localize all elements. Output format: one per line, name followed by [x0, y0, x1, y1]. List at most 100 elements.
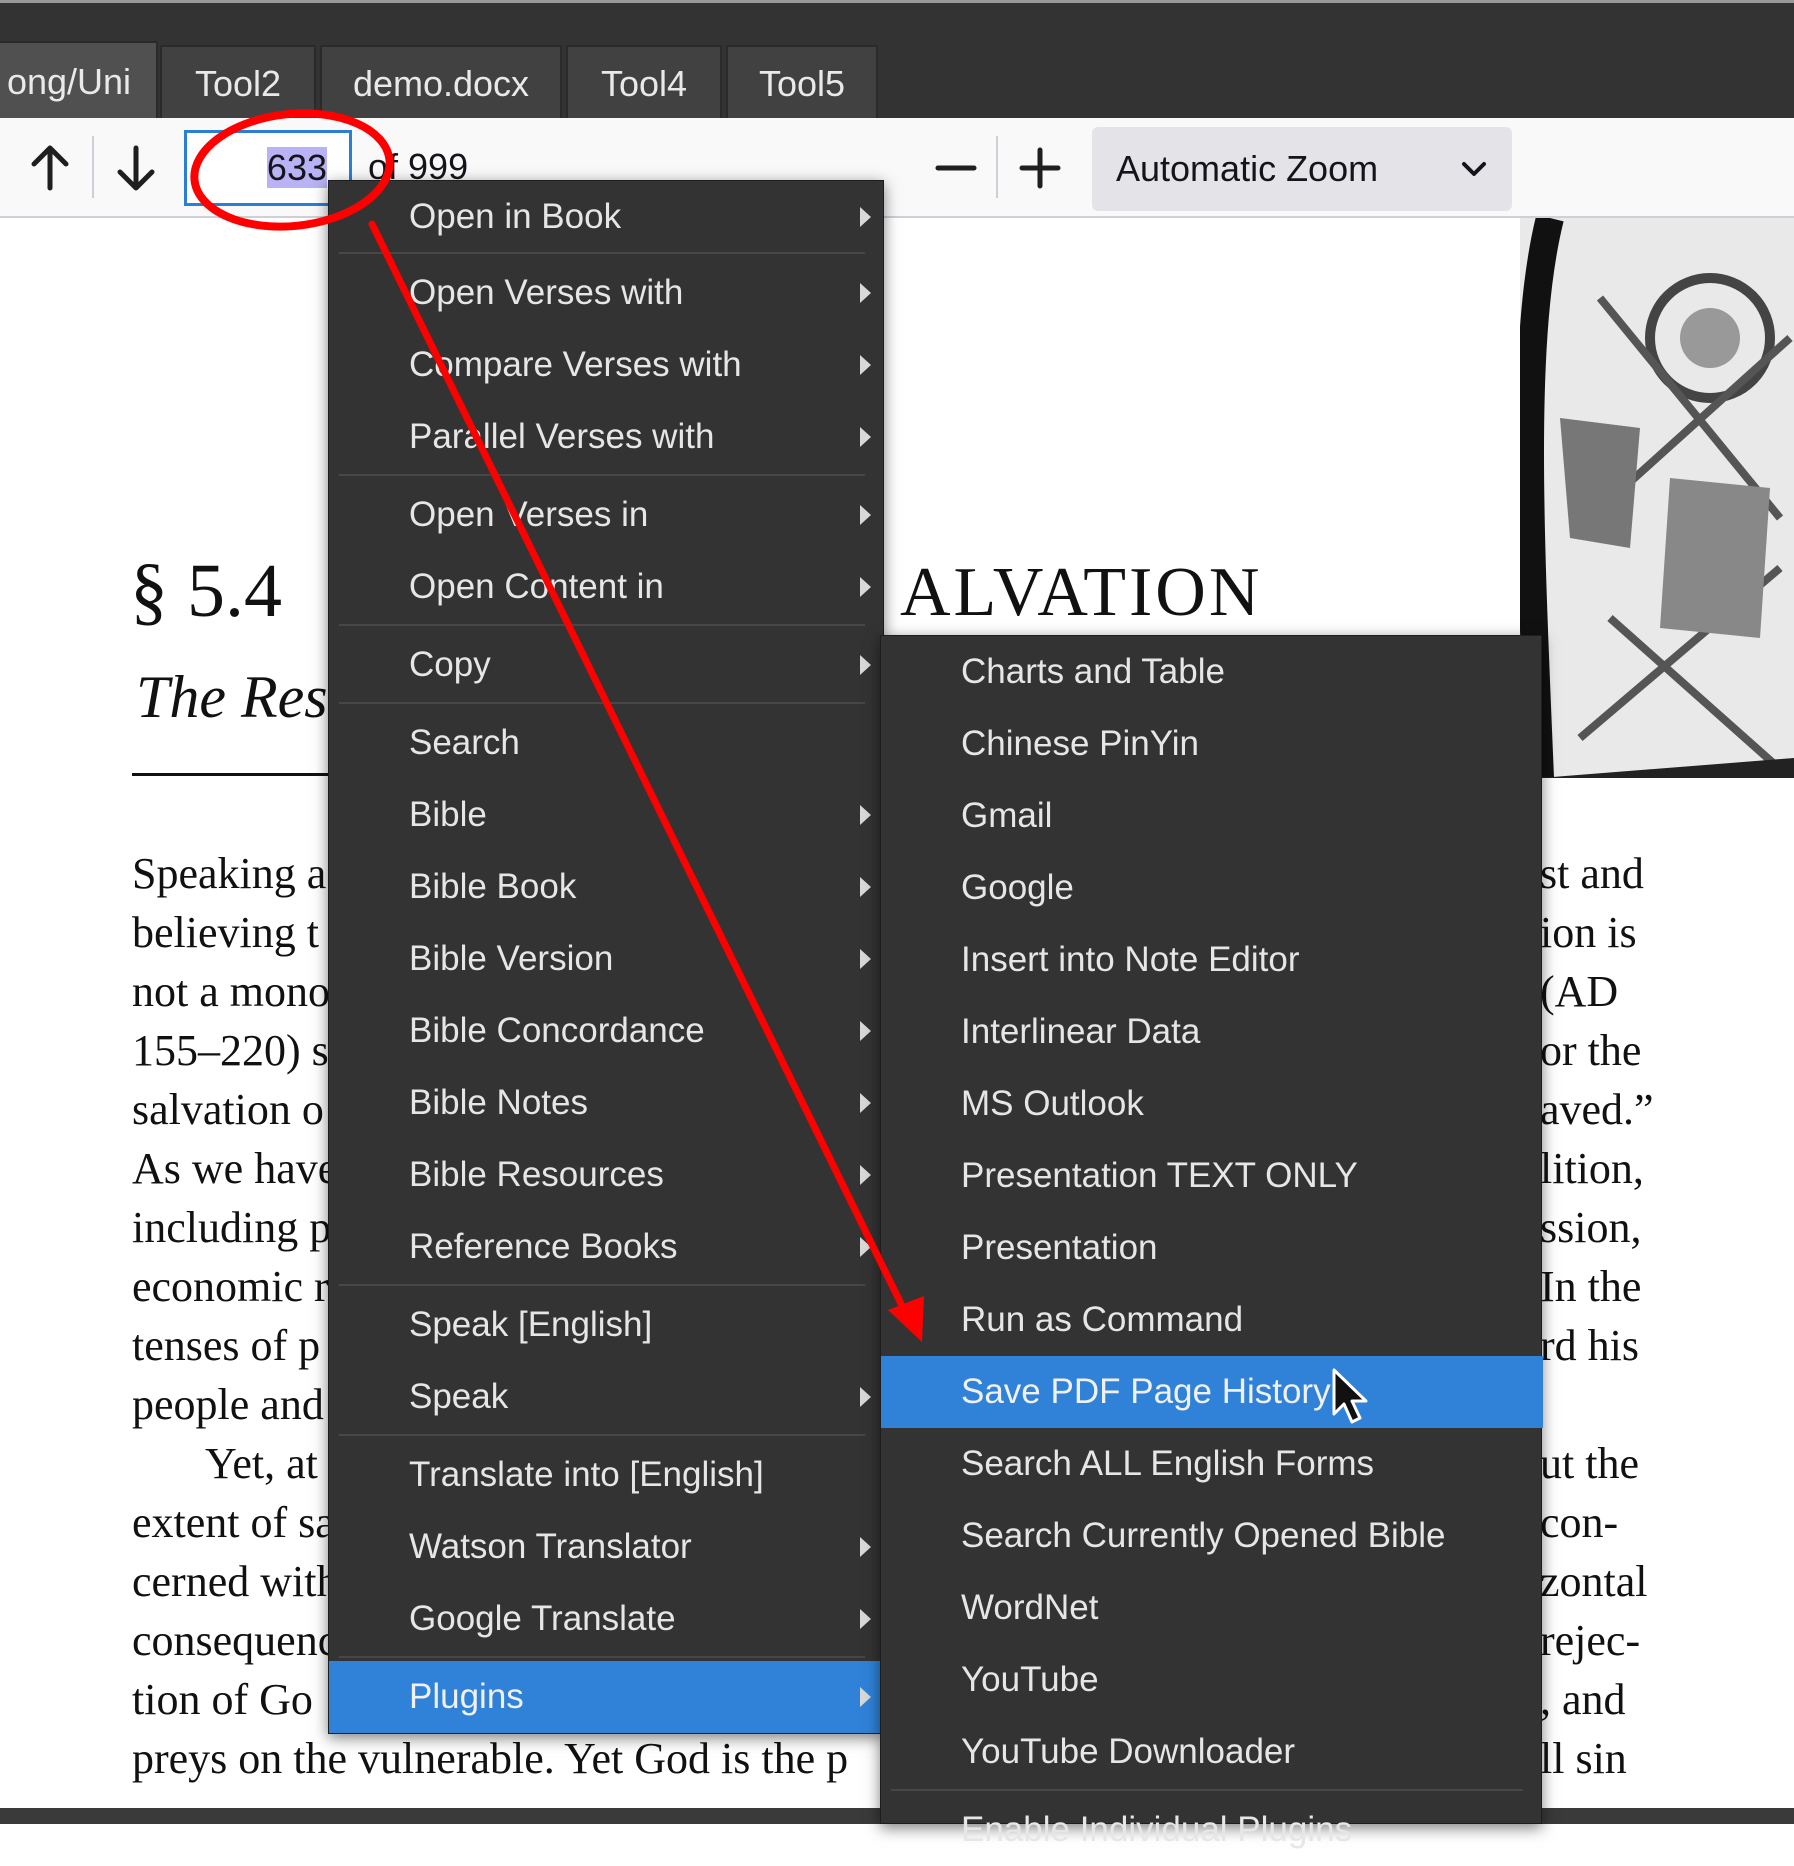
- plugin-wordnet[interactable]: WordNet: [881, 1572, 1543, 1644]
- next-page-button[interactable]: [106, 118, 166, 218]
- submenu-arrow-icon: [860, 577, 871, 597]
- text-line-right: In the: [1540, 1262, 1642, 1311]
- plugin-search-currently-opened-bible[interactable]: Search Currently Opened Bible: [881, 1500, 1543, 1572]
- menu-item-label: Bible: [409, 795, 487, 834]
- menu-item-label: Gmail: [961, 796, 1053, 835]
- menu-item-search[interactable]: Search: [329, 707, 885, 779]
- menu-item-label: Bible Notes: [409, 1083, 588, 1122]
- menu-item-bible-book[interactable]: Bible Book: [329, 851, 885, 923]
- menu-item-open-content-in[interactable]: Open Content in: [329, 551, 885, 623]
- submenu-arrow-icon: [860, 1093, 871, 1113]
- menu-item-bible-notes[interactable]: Bible Notes: [329, 1067, 885, 1139]
- menu-item-copy[interactable]: Copy: [329, 629, 885, 701]
- menu-item-label: Search ALL English Forms: [961, 1444, 1375, 1483]
- plugin-insert-into-note-editor[interactable]: Insert into Note Editor: [881, 924, 1543, 996]
- menu-item-bible[interactable]: Bible: [329, 779, 885, 851]
- submenu-arrow-icon: [860, 207, 871, 227]
- minus-icon: [935, 165, 977, 171]
- plugin-charts-and-table[interactable]: Charts and Table: [881, 636, 1543, 708]
- tab-demo-docx[interactable]: demo.docx: [320, 45, 562, 119]
- menu-item-label: Open Verses in: [409, 495, 649, 534]
- menu-item-open-verses-with[interactable]: Open Verses with: [329, 257, 885, 329]
- submenu-arrow-icon: [860, 355, 871, 375]
- menu-item-speak[interactable]: Speak: [329, 1361, 885, 1433]
- menu-item-plugins[interactable]: Plugins: [329, 1661, 885, 1733]
- zoom-select[interactable]: Automatic Zoom: [1092, 127, 1512, 211]
- plugin-search-all-english-forms[interactable]: Search ALL English Forms: [881, 1428, 1543, 1500]
- menu-item-label: Parallel Verses with: [409, 417, 715, 456]
- page-number-value: 633: [266, 147, 327, 188]
- plugin-gmail[interactable]: Gmail: [881, 780, 1543, 852]
- menu-item-bible-concordance[interactable]: Bible Concordance: [329, 995, 885, 1067]
- text-line: people and: [132, 1380, 324, 1429]
- menu-item-open-verses-in[interactable]: Open Verses in: [329, 479, 885, 551]
- text-line: As we have: [132, 1144, 338, 1193]
- tab-active[interactable]: ong/Uni: [0, 41, 158, 121]
- text-line-right: or the: [1540, 1026, 1642, 1075]
- chevron-down-icon: [1462, 162, 1486, 176]
- plugin-presentation-text-only[interactable]: Presentation TEXT ONLY: [881, 1140, 1543, 1212]
- submenu-arrow-icon: [860, 1021, 871, 1041]
- plugin-google[interactable]: Google: [881, 852, 1543, 924]
- tab-tool5[interactable]: Tool5: [726, 45, 878, 119]
- submenu-arrow-icon: [860, 655, 871, 675]
- text-line: believing t: [132, 908, 319, 957]
- pdf-toolbar: 633 of 999 Automatic Zoom: [0, 118, 1794, 218]
- menu-item-label: Watson Translator: [409, 1527, 692, 1566]
- menu-separator: [891, 1789, 1523, 1791]
- menu-item-bible-version[interactable]: Bible Version: [329, 923, 885, 995]
- plugin-interlinear-data[interactable]: Interlinear Data: [881, 996, 1543, 1068]
- tab-label: Tool4: [600, 63, 688, 104]
- menu-item-google-translate[interactable]: Google Translate: [329, 1583, 885, 1655]
- text-line: preys on the vulnerable. Yet God is the …: [132, 1734, 849, 1783]
- menu-item-watson-translator[interactable]: Watson Translator: [329, 1511, 885, 1583]
- text-line-right: ion is: [1540, 908, 1637, 957]
- plugin-run-as-command[interactable]: Run as Command: [881, 1284, 1543, 1356]
- plugin-youtube-downloader[interactable]: YouTube Downloader: [881, 1716, 1543, 1788]
- text-line: Yet, at: [205, 1439, 318, 1488]
- plugin-youtube[interactable]: YouTube: [881, 1644, 1543, 1716]
- menu-item-parallel-verses-with[interactable]: Parallel Verses with: [329, 401, 885, 473]
- zoom-in-button[interactable]: [1010, 118, 1070, 218]
- menu-item-label: Chinese PinYin: [961, 724, 1200, 763]
- menu-item-speak-english[interactable]: Speak [English]: [329, 1289, 885, 1361]
- menu-separator: [339, 1434, 865, 1436]
- section-heading: § 5.4: [130, 549, 282, 633]
- text-line-right: ssion,: [1540, 1203, 1642, 1252]
- plugin-enable-individual-plugins[interactable]: Enable Individual Plugins: [881, 1794, 1543, 1866]
- plugins-submenu: Charts and Table Chinese PinYin Gmail Go…: [880, 635, 1543, 1849]
- menu-item-label: Run as Command: [961, 1300, 1244, 1339]
- menu-separator: [339, 1656, 865, 1658]
- submenu-arrow-icon: [860, 1537, 871, 1557]
- submenu-arrow-icon: [860, 1609, 871, 1629]
- toolbar-divider: [92, 136, 94, 198]
- previous-page-button[interactable]: [20, 118, 80, 218]
- plugin-presentation[interactable]: Presentation: [881, 1212, 1543, 1284]
- zoom-out-button[interactable]: [926, 118, 986, 218]
- submenu-arrow-icon: [860, 877, 871, 897]
- plus-icon: [1019, 147, 1061, 189]
- text-line-right: lition,: [1540, 1144, 1644, 1193]
- text-line: Speaking a: [132, 849, 327, 898]
- menu-item-label: Interlinear Data: [961, 1012, 1201, 1051]
- menu-item-reference-books[interactable]: Reference Books: [329, 1211, 885, 1283]
- submenu-arrow-icon: [860, 1165, 871, 1185]
- page-number-input[interactable]: 633: [184, 130, 352, 206]
- submenu-arrow-icon: [860, 1237, 871, 1257]
- plugin-chinese-pinyin[interactable]: Chinese PinYin: [881, 708, 1543, 780]
- tab-tool4[interactable]: Tool4: [566, 45, 722, 119]
- tab-tool2[interactable]: Tool2: [160, 45, 316, 119]
- text-line: economic r: [132, 1262, 329, 1311]
- section-subtitle: The Res: [136, 664, 328, 730]
- menu-separator: [339, 1284, 865, 1286]
- menu-item-label: Google: [961, 868, 1074, 907]
- menu-item-translate-english[interactable]: Translate into [English]: [329, 1439, 885, 1511]
- menu-item-open-in-book[interactable]: Open in Book: [329, 181, 885, 253]
- menu-item-compare-verses-with[interactable]: Compare Verses with: [329, 329, 885, 401]
- text-line: consequenc: [132, 1616, 338, 1665]
- menu-item-bible-resources[interactable]: Bible Resources: [329, 1139, 885, 1211]
- plugin-ms-outlook[interactable]: MS Outlook: [881, 1068, 1543, 1140]
- text-line-right: , and: [1540, 1675, 1626, 1724]
- plugin-save-pdf-page-history[interactable]: Save PDF Page History: [881, 1356, 1543, 1428]
- menu-item-label: Insert into Note Editor: [961, 940, 1300, 979]
